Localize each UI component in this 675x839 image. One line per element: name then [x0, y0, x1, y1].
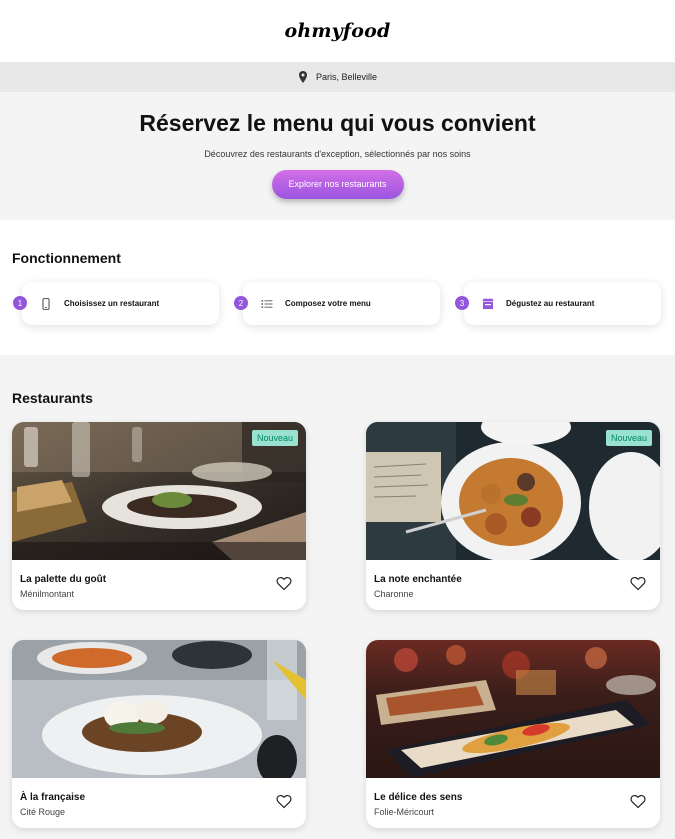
hero-subtitle: Découvrez des restaurants d'exception, s…	[204, 149, 471, 159]
heart-icon[interactable]	[630, 576, 646, 591]
hero-title: Réservez le menu qui vous convient	[139, 110, 536, 136]
step-number: 2	[234, 296, 248, 310]
location-bar[interactable]: Paris, Belleville	[0, 62, 675, 92]
restaurant-name: À la française	[20, 792, 86, 803]
location-pin-icon	[298, 71, 308, 83]
restaurant-info: Le délice des sens Folie-Méricourt	[366, 778, 660, 817]
site-logo[interactable]: ohmyfood	[284, 20, 390, 42]
store-icon	[482, 298, 494, 310]
heart-icon[interactable]	[630, 794, 646, 809]
step-card-3: 3 Dégustez au restaurant	[455, 282, 661, 325]
restaurant-name: Le délice des sens	[374, 792, 463, 803]
hero-section: Réservez le menu qui vous convient Décou…	[0, 92, 675, 220]
restaurant-area: Cité Rouge	[20, 807, 66, 817]
restaurant-card[interactable]: Nouveau La palette du goût Ménilmontant	[12, 422, 306, 610]
how-it-works-section: Fonctionnement 1 Choisissez un restauran…	[0, 220, 675, 355]
step-number: 1	[13, 296, 27, 310]
restaurants-title: Restaurants	[12, 390, 93, 406]
restaurant-name: La palette du goût	[20, 574, 107, 585]
restaurant-photo[interactable]: Nouveau	[366, 422, 660, 560]
restaurant-area: Charonne	[374, 589, 414, 599]
step-number: 3	[455, 296, 469, 310]
restaurant-card[interactable]: Nouveau La note enchantée Charonne	[366, 422, 660, 610]
location-label: Paris, Belleville	[315, 72, 378, 82]
explore-restaurants-button[interactable]: Explorer nos restaurants	[271, 170, 404, 199]
restaurant-name: La note enchantée	[374, 574, 462, 585]
restaurant-area: Ménilmontant	[20, 589, 75, 599]
heart-icon[interactable]	[276, 576, 292, 591]
step-label: Choisissez un restaurant	[64, 299, 160, 308]
restaurant-photo[interactable]	[12, 640, 306, 778]
how-title: Fonctionnement	[12, 250, 121, 266]
restaurant-info: La note enchantée Charonne	[366, 560, 660, 599]
list-icon	[261, 298, 273, 310]
step-label: Composez votre menu	[285, 299, 371, 308]
new-badge: Nouveau	[251, 430, 298, 446]
site-header: ohmyfood	[0, 0, 675, 62]
restaurant-area: Folie-Méricourt	[374, 807, 435, 817]
new-badge: Nouveau	[605, 430, 652, 446]
restaurant-photo[interactable]: Nouveau	[12, 422, 306, 560]
restaurant-info: La palette du goût Ménilmontant	[12, 560, 306, 599]
restaurant-card[interactable]: À la française Cité Rouge	[12, 640, 306, 828]
step-card-2: 2 Composez votre menu	[234, 282, 440, 325]
restaurant-photo[interactable]	[366, 640, 660, 778]
heart-icon[interactable]	[276, 794, 292, 809]
step-card-1: 1 Choisissez un restaurant	[13, 282, 219, 325]
mobile-phone-icon	[40, 297, 52, 310]
step-label: Dégustez au restaurant	[506, 299, 595, 308]
restaurants-section: Restaurants Nouveau La palette du goût M…	[0, 355, 675, 839]
restaurant-info: À la française Cité Rouge	[12, 778, 306, 817]
steps-list: 1 Choisissez un restaurant 2 Composez vo…	[12, 282, 663, 325]
restaurant-card[interactable]: Le délice des sens Folie-Méricourt	[366, 640, 660, 828]
